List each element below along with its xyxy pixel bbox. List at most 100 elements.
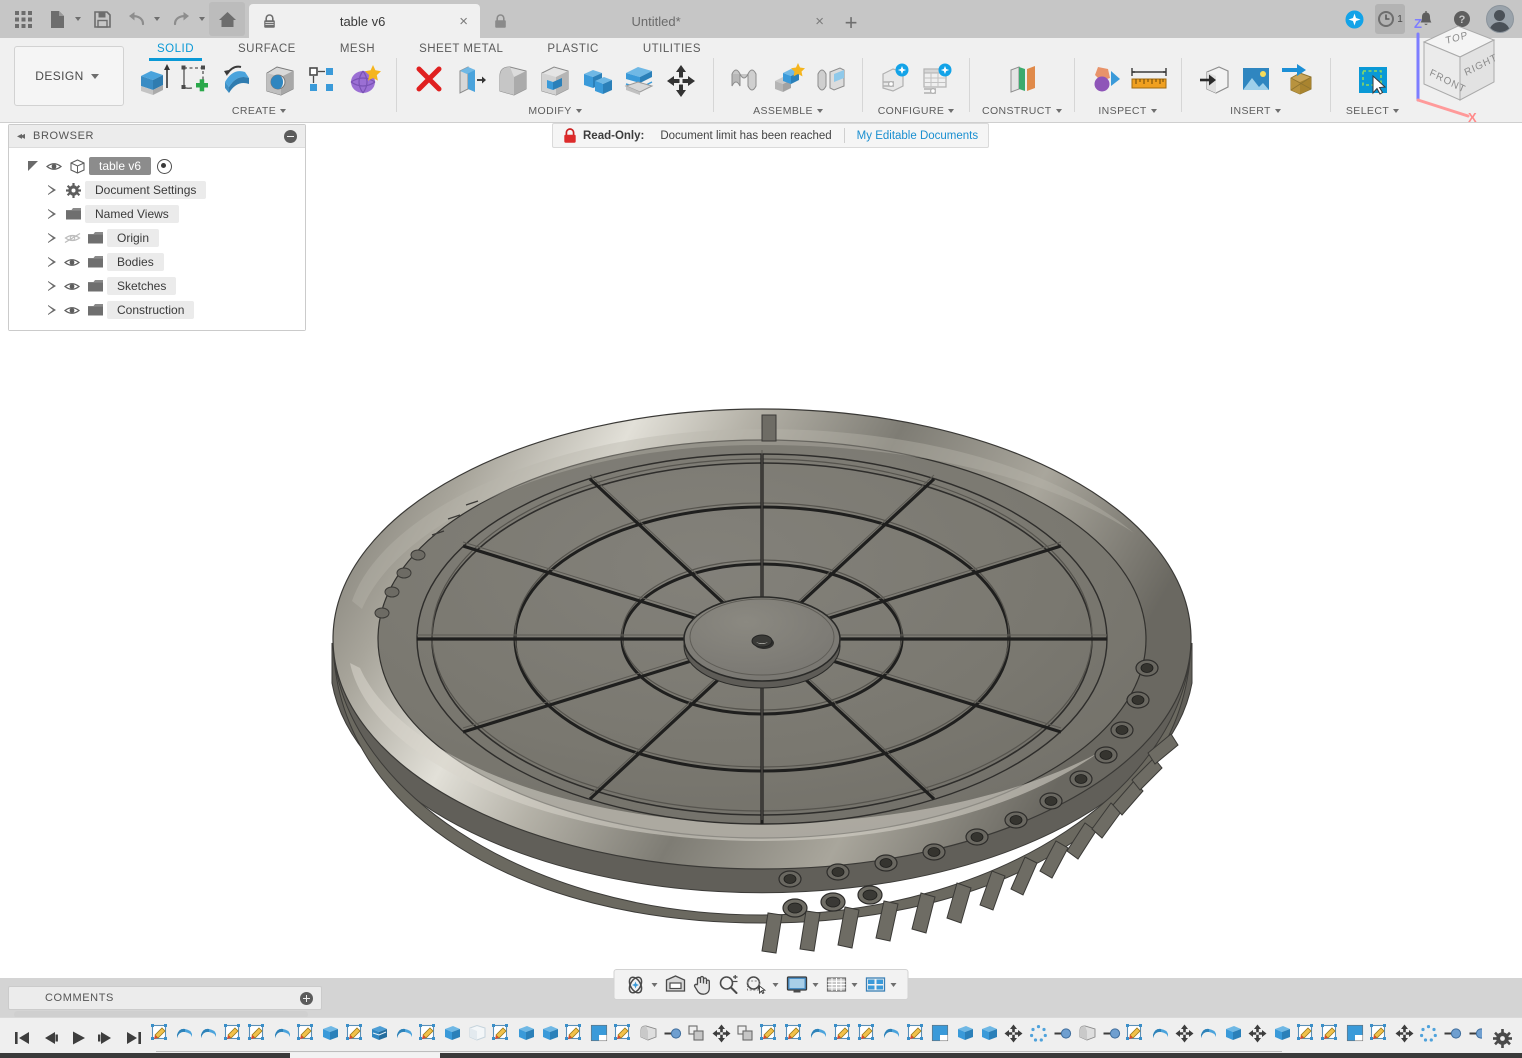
timeline-step-back-button[interactable] [36,1024,64,1052]
select-icon[interactable] [1353,58,1393,102]
timeline-feature-extrude[interactable] [977,1020,1001,1046]
timeline-feature-sketch[interactable] [489,1020,513,1046]
combine-icon[interactable] [577,58,617,102]
timeline-feature-extrude[interactable] [514,1020,538,1046]
split-face-icon[interactable] [619,58,659,102]
new-component-icon[interactable] [768,58,808,102]
timeline-feature-revolve[interactable] [270,1020,294,1046]
timeline-feature-sketch[interactable] [563,1020,587,1046]
panel-label-select[interactable]: SELECT [1346,104,1400,118]
timeline-feature-extrude[interactable] [1270,1020,1294,1046]
measure-icon[interactable] [1129,58,1169,102]
panel-label-inspect[interactable]: INSPECT [1098,104,1157,118]
expand-arrow-icon[interactable] [43,280,61,292]
timeline-feature-hole[interactable] [1099,1020,1123,1046]
timeline-feature-revolve[interactable] [880,1020,904,1046]
timeline-feature-fillet[interactable] [1075,1020,1099,1046]
expand-arrow-icon[interactable] [43,208,61,220]
workspace-selector[interactable]: DESIGN [14,46,124,106]
timeline-feature-hole[interactable] [660,1020,684,1046]
timeline-settings-gear-icon[interactable] [1482,1018,1522,1058]
timeline-feature-sketch[interactable] [1294,1020,1318,1046]
configure-design-icon[interactable] [875,58,915,102]
timeline-feature-extrude[interactable] [953,1020,977,1046]
timeline-feature-revolve[interactable] [172,1020,196,1046]
timeline-feature-revolve[interactable] [1197,1020,1221,1046]
timeline-feature-shell-body[interactable] [465,1020,489,1046]
timeline-feature-sketch[interactable] [831,1020,855,1046]
as-built-joint-icon[interactable] [810,58,850,102]
app-grid-icon[interactable] [6,2,40,36]
timeline-feature-sketch[interactable] [1319,1020,1343,1046]
fit-icon[interactable] [663,971,689,998]
activate-component-radio[interactable] [157,158,173,174]
interference-icon[interactable] [1087,58,1127,102]
grid-snaps-caret-icon[interactable] [851,982,858,987]
timeline-feature-hole[interactable] [1050,1020,1074,1046]
timeline-begin-button[interactable] [8,1024,36,1052]
timeline-feature-sketch[interactable] [416,1020,440,1046]
document-tab-table-v6[interactable]: table v6 × [249,4,480,38]
orbit-icon[interactable] [622,971,650,998]
timeline-feature-hole[interactable] [1465,1020,1482,1046]
expand-arrow-icon[interactable] [43,256,61,268]
timeline-feature-revolve[interactable] [807,1020,831,1046]
timeline-step-forward-button[interactable] [92,1024,120,1052]
expand-arrow-icon[interactable] [43,232,61,244]
ribbon-tab-utilities[interactable]: UTILITIES [621,38,723,60]
tree-node-table-v6[interactable]: table v6 [9,154,305,178]
timeline-feature-shell[interactable] [368,1020,392,1046]
timeline-feature-split[interactable] [587,1020,611,1046]
timeline-feature-combine[interactable] [685,1020,709,1046]
expand-arrow-icon[interactable] [43,304,61,316]
canvas-image-icon[interactable] [1236,58,1276,102]
timeline-feature-sketch[interactable] [1124,1020,1148,1046]
collapse-panel-icon[interactable]: ◂◂ [17,131,25,142]
timeline-feature-sketch[interactable] [246,1020,270,1046]
panel-label-assemble[interactable]: ASSEMBLE [753,104,823,118]
zoom-window-icon[interactable] [743,971,771,998]
pan-icon[interactable] [690,971,715,998]
extrude-icon[interactable] [134,58,174,102]
fusion-sync-icon[interactable] [1339,4,1369,34]
timeline-feature-sketch[interactable] [1368,1020,1392,1046]
visibility-eye-icon[interactable] [61,281,83,292]
timeline-feature-extrude[interactable] [1221,1020,1245,1046]
timeline-feature-fillet[interactable] [636,1020,660,1046]
timeline-end-button[interactable] [120,1024,148,1052]
create-sketch-icon[interactable] [176,58,216,102]
timeline-feature-sketch[interactable] [758,1020,782,1046]
add-comment-icon[interactable] [300,991,313,1005]
timeline-feature-revolve[interactable] [197,1020,221,1046]
timeline-play-button[interactable] [64,1024,92,1052]
panel-label-create[interactable]: CREATE [232,104,287,118]
timeline-feature-sketch[interactable] [294,1020,318,1046]
timeline-feature-split[interactable] [1343,1020,1367,1046]
timeline-feature-extrude[interactable] [319,1020,343,1046]
viewports-icon[interactable] [863,971,889,998]
redo-caret-icon[interactable] [199,17,205,21]
timeline-feature-move[interactable] [709,1020,733,1046]
visibility-eye-icon[interactable] [61,305,83,316]
timeline-feature-sketch[interactable] [611,1020,635,1046]
tree-node-document-settings[interactable]: Document Settings [9,178,305,202]
timeline-feature-pattern[interactable] [1026,1020,1050,1046]
ribbon-tab-surface[interactable]: SURFACE [216,38,318,60]
comments-panel[interactable]: COMMENTS [8,986,322,1010]
shell-icon[interactable] [535,58,575,102]
undo-icon[interactable] [119,2,153,36]
revolve-icon[interactable] [218,58,258,102]
tree-node-bodies[interactable]: Bodies [9,250,305,274]
timeline-feature-move[interactable] [1002,1020,1026,1046]
timeline-feature-sketch[interactable] [343,1020,367,1046]
timeline-feature-extrude[interactable] [538,1020,562,1046]
panel-label-construct[interactable]: CONSTRUCT [982,104,1062,118]
tree-node-named-views[interactable]: Named Views [9,202,305,226]
undo-caret-icon[interactable] [154,17,160,21]
browser-minimize-icon[interactable] [284,129,297,143]
view-cube[interactable]: Z X TOP FRONT RIGHT [1396,12,1516,124]
visibility-eye-icon[interactable] [61,257,83,268]
timeline-feature-sketch[interactable] [904,1020,928,1046]
panel-label-modify[interactable]: MODIFY [528,104,582,118]
press-pull-icon[interactable] [451,58,491,102]
